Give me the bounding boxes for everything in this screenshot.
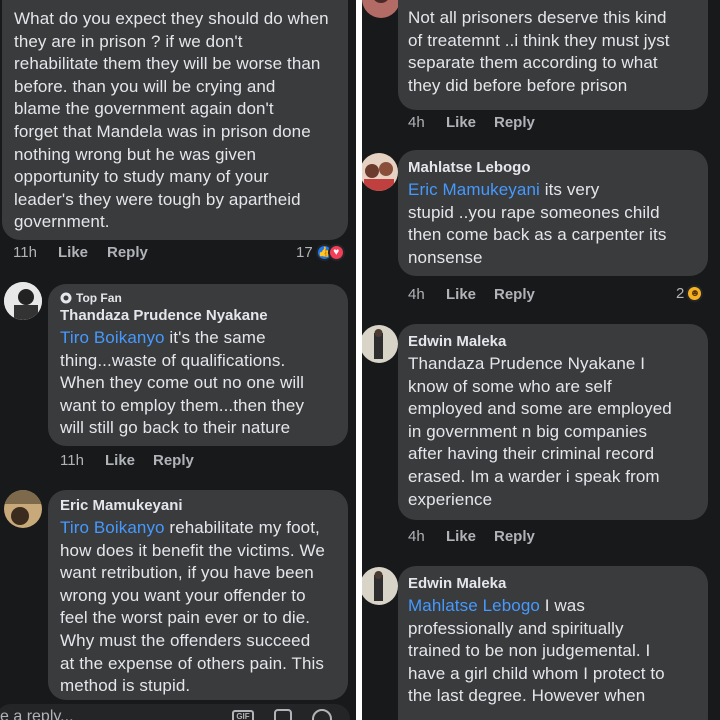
top-fan-badge: Top Fan xyxy=(60,290,122,306)
mention-link[interactable]: Tiro Boikanyo xyxy=(60,518,165,537)
comment-bubble: Eric Mamukeyani Tiro Boikanyo rehabilita… xyxy=(48,490,348,700)
avatar[interactable] xyxy=(362,0,400,18)
comment-bubble: Top Fan Thandaza Prudence Nyakane Tiro B… xyxy=(48,284,348,446)
comment-author[interactable]: Edwin Maleka xyxy=(408,574,506,594)
reply-button[interactable]: Reply xyxy=(494,286,535,303)
comment-bubble: Not all prisoners deserve this kind of t… xyxy=(398,0,708,110)
like-button[interactable]: Like xyxy=(446,114,494,131)
comment-meta: 4h Like Reply xyxy=(408,528,535,545)
timestamp: 11h xyxy=(60,452,84,469)
reaction-summary[interactable]: 2 ☻ xyxy=(676,285,704,302)
comment-meta: 11h Like Reply xyxy=(60,452,194,469)
avatar[interactable] xyxy=(362,325,398,363)
mention-link[interactable]: Tiro Boikanyo xyxy=(60,328,165,347)
comment-meta: 4h Like Reply xyxy=(408,114,535,131)
comment-bubble: Edwin Maleka Thandaza Prudence Nyakane I… xyxy=(398,324,708,520)
comment-text: What do you expect they should do when t… xyxy=(14,9,329,232)
reply-button[interactable]: Reply xyxy=(494,114,535,131)
mention-link[interactable]: Mahlatse Lebogo xyxy=(408,596,540,615)
avatar[interactable] xyxy=(362,567,398,605)
comment-author[interactable]: Mahlatse Lebogo xyxy=(408,158,531,178)
reaction-count: 17 xyxy=(296,244,313,261)
comment-text: Not all prisoners deserve this kind of t… xyxy=(408,8,670,95)
reaction-count: 2 xyxy=(676,285,685,302)
like-button[interactable]: Like xyxy=(58,244,107,261)
like-button[interactable]: Like xyxy=(105,452,153,469)
comment-author[interactable]: Edwin Maleka xyxy=(408,332,506,352)
emoji-icon[interactable] xyxy=(312,709,332,720)
comment-author[interactable]: Thandaza Prudence Nyakane xyxy=(60,306,268,326)
reply-button[interactable]: Reply xyxy=(494,528,535,545)
comment-bubble: What do you expect they should do when t… xyxy=(2,0,348,240)
gif-icon[interactable]: GIF xyxy=(232,710,254,720)
comment-meta: 11h Like Reply xyxy=(13,244,148,261)
haha-reaction-icon: ☻ xyxy=(686,285,704,302)
timestamp: 4h xyxy=(408,286,425,303)
avatar[interactable] xyxy=(362,153,398,191)
timestamp: 11h xyxy=(13,244,37,261)
avatar[interactable] xyxy=(4,282,42,320)
comment-text: Mahlatse Lebogo I was professionally and… xyxy=(408,596,665,706)
like-button[interactable]: Like xyxy=(446,528,494,545)
timestamp: 4h xyxy=(408,528,425,545)
comment-text: Thandaza Prudence Nyakane I know of some… xyxy=(408,354,672,509)
comment-author[interactable]: Eric Mamukeyani xyxy=(60,496,183,516)
right-comment-panel: Not all prisoners deserve this kind of t… xyxy=(362,0,720,720)
top-fan-icon xyxy=(60,292,72,304)
love-reaction-icon: ♥ xyxy=(327,244,345,261)
comment-text: Eric Mamukeyani its very stupid ..you ra… xyxy=(408,180,667,267)
avatar[interactable] xyxy=(4,490,42,528)
reply-input[interactable]: e a reply... GIF xyxy=(0,704,350,720)
comment-bubble: Edwin Maleka Mahlatse Lebogo I was profe… xyxy=(398,566,708,720)
left-comment-panel: What do you expect they should do when t… xyxy=(0,0,356,720)
sticker-icon[interactable] xyxy=(274,709,292,720)
reply-button[interactable]: Reply xyxy=(153,452,194,469)
mention-link[interactable]: Eric Mamukeyani xyxy=(408,180,540,199)
reply-button[interactable]: Reply xyxy=(107,244,148,261)
timestamp: 4h xyxy=(408,114,425,131)
comment-text: Tiro Boikanyo it's the same thing...wast… xyxy=(60,328,305,438)
reaction-summary[interactable]: 17 👍 ♥ xyxy=(296,244,345,261)
comment-bubble: Mahlatse Lebogo Eric Mamukeyani its very… xyxy=(398,150,708,276)
like-button[interactable]: Like xyxy=(446,286,494,303)
reply-placeholder: e a reply... xyxy=(0,708,74,720)
comment-meta: 4h Like Reply xyxy=(408,286,535,303)
comment-text: Tiro Boikanyo rehabilitate my foot, how … xyxy=(60,518,325,696)
